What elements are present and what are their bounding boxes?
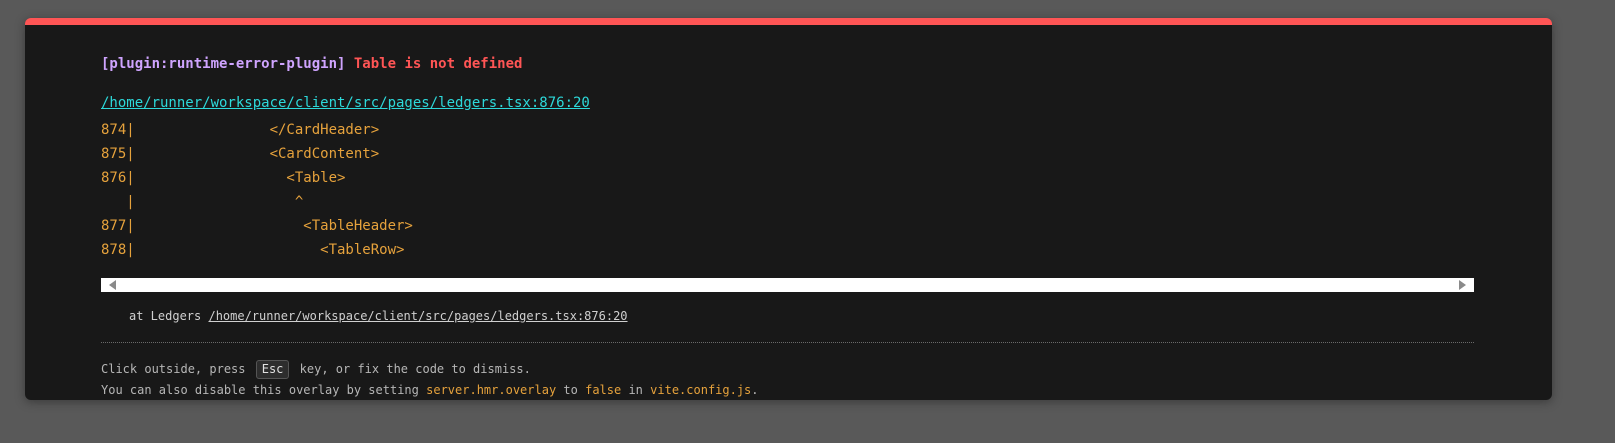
config-setting: server.hmr.overlay — [426, 383, 557, 397]
stack-prefix: at Ledgers — [129, 309, 202, 323]
stack-file-link[interactable]: /home/runner/workspace/client/src/pages/… — [208, 309, 627, 323]
code-line: 875| <CardContent> — [101, 146, 380, 162]
tip-text: Click outside, press — [101, 362, 246, 376]
tip-text: key, or fix the code to dismiss. — [299, 362, 531, 376]
config-file: vite.config.js — [650, 383, 752, 397]
tip-text: . — [751, 383, 759, 397]
code-line: 874| </CardHeader> — [101, 122, 380, 138]
scroll-right-arrow-icon[interactable] — [1459, 280, 1466, 290]
stack-trace: at Ledgers /home/runner/workspace/client… — [129, 309, 628, 323]
code-line: 878| <TableRow> — [101, 242, 405, 258]
code-line: 877| <TableHeader> — [101, 218, 413, 234]
config-value: false — [585, 383, 622, 397]
error-text: Table is not defined — [353, 56, 523, 72]
tip-text: in — [628, 383, 643, 397]
code-line: 876| <Table> — [101, 170, 346, 186]
dismiss-tip: Click outside, press Esc key, or fix the… — [101, 360, 531, 379]
error-message: [plugin:runtime-error-plugin] Table is n… — [101, 56, 522, 72]
code-frame: 874| </CardHeader> 875| <CardContent> 87… — [101, 118, 1474, 278]
horizontal-scrollbar[interactable] — [101, 278, 1474, 292]
divider — [101, 342, 1474, 343]
error-overlay-window: [plugin:runtime-error-plugin] Table is n… — [25, 18, 1552, 400]
disable-overlay-tip: You can also disable this overlay by set… — [101, 383, 759, 397]
code-pointer-line: | ^ — [101, 194, 304, 210]
error-file-link[interactable]: /home/runner/workspace/client/src/pages/… — [101, 95, 590, 111]
tip-text: You can also disable this overlay by set… — [101, 383, 419, 397]
tip-text: to — [563, 383, 578, 397]
esc-key-badge: Esc — [255, 360, 290, 379]
scroll-left-arrow-icon[interactable] — [109, 280, 116, 290]
plugin-label: [plugin:runtime-error-plugin] — [101, 56, 346, 72]
